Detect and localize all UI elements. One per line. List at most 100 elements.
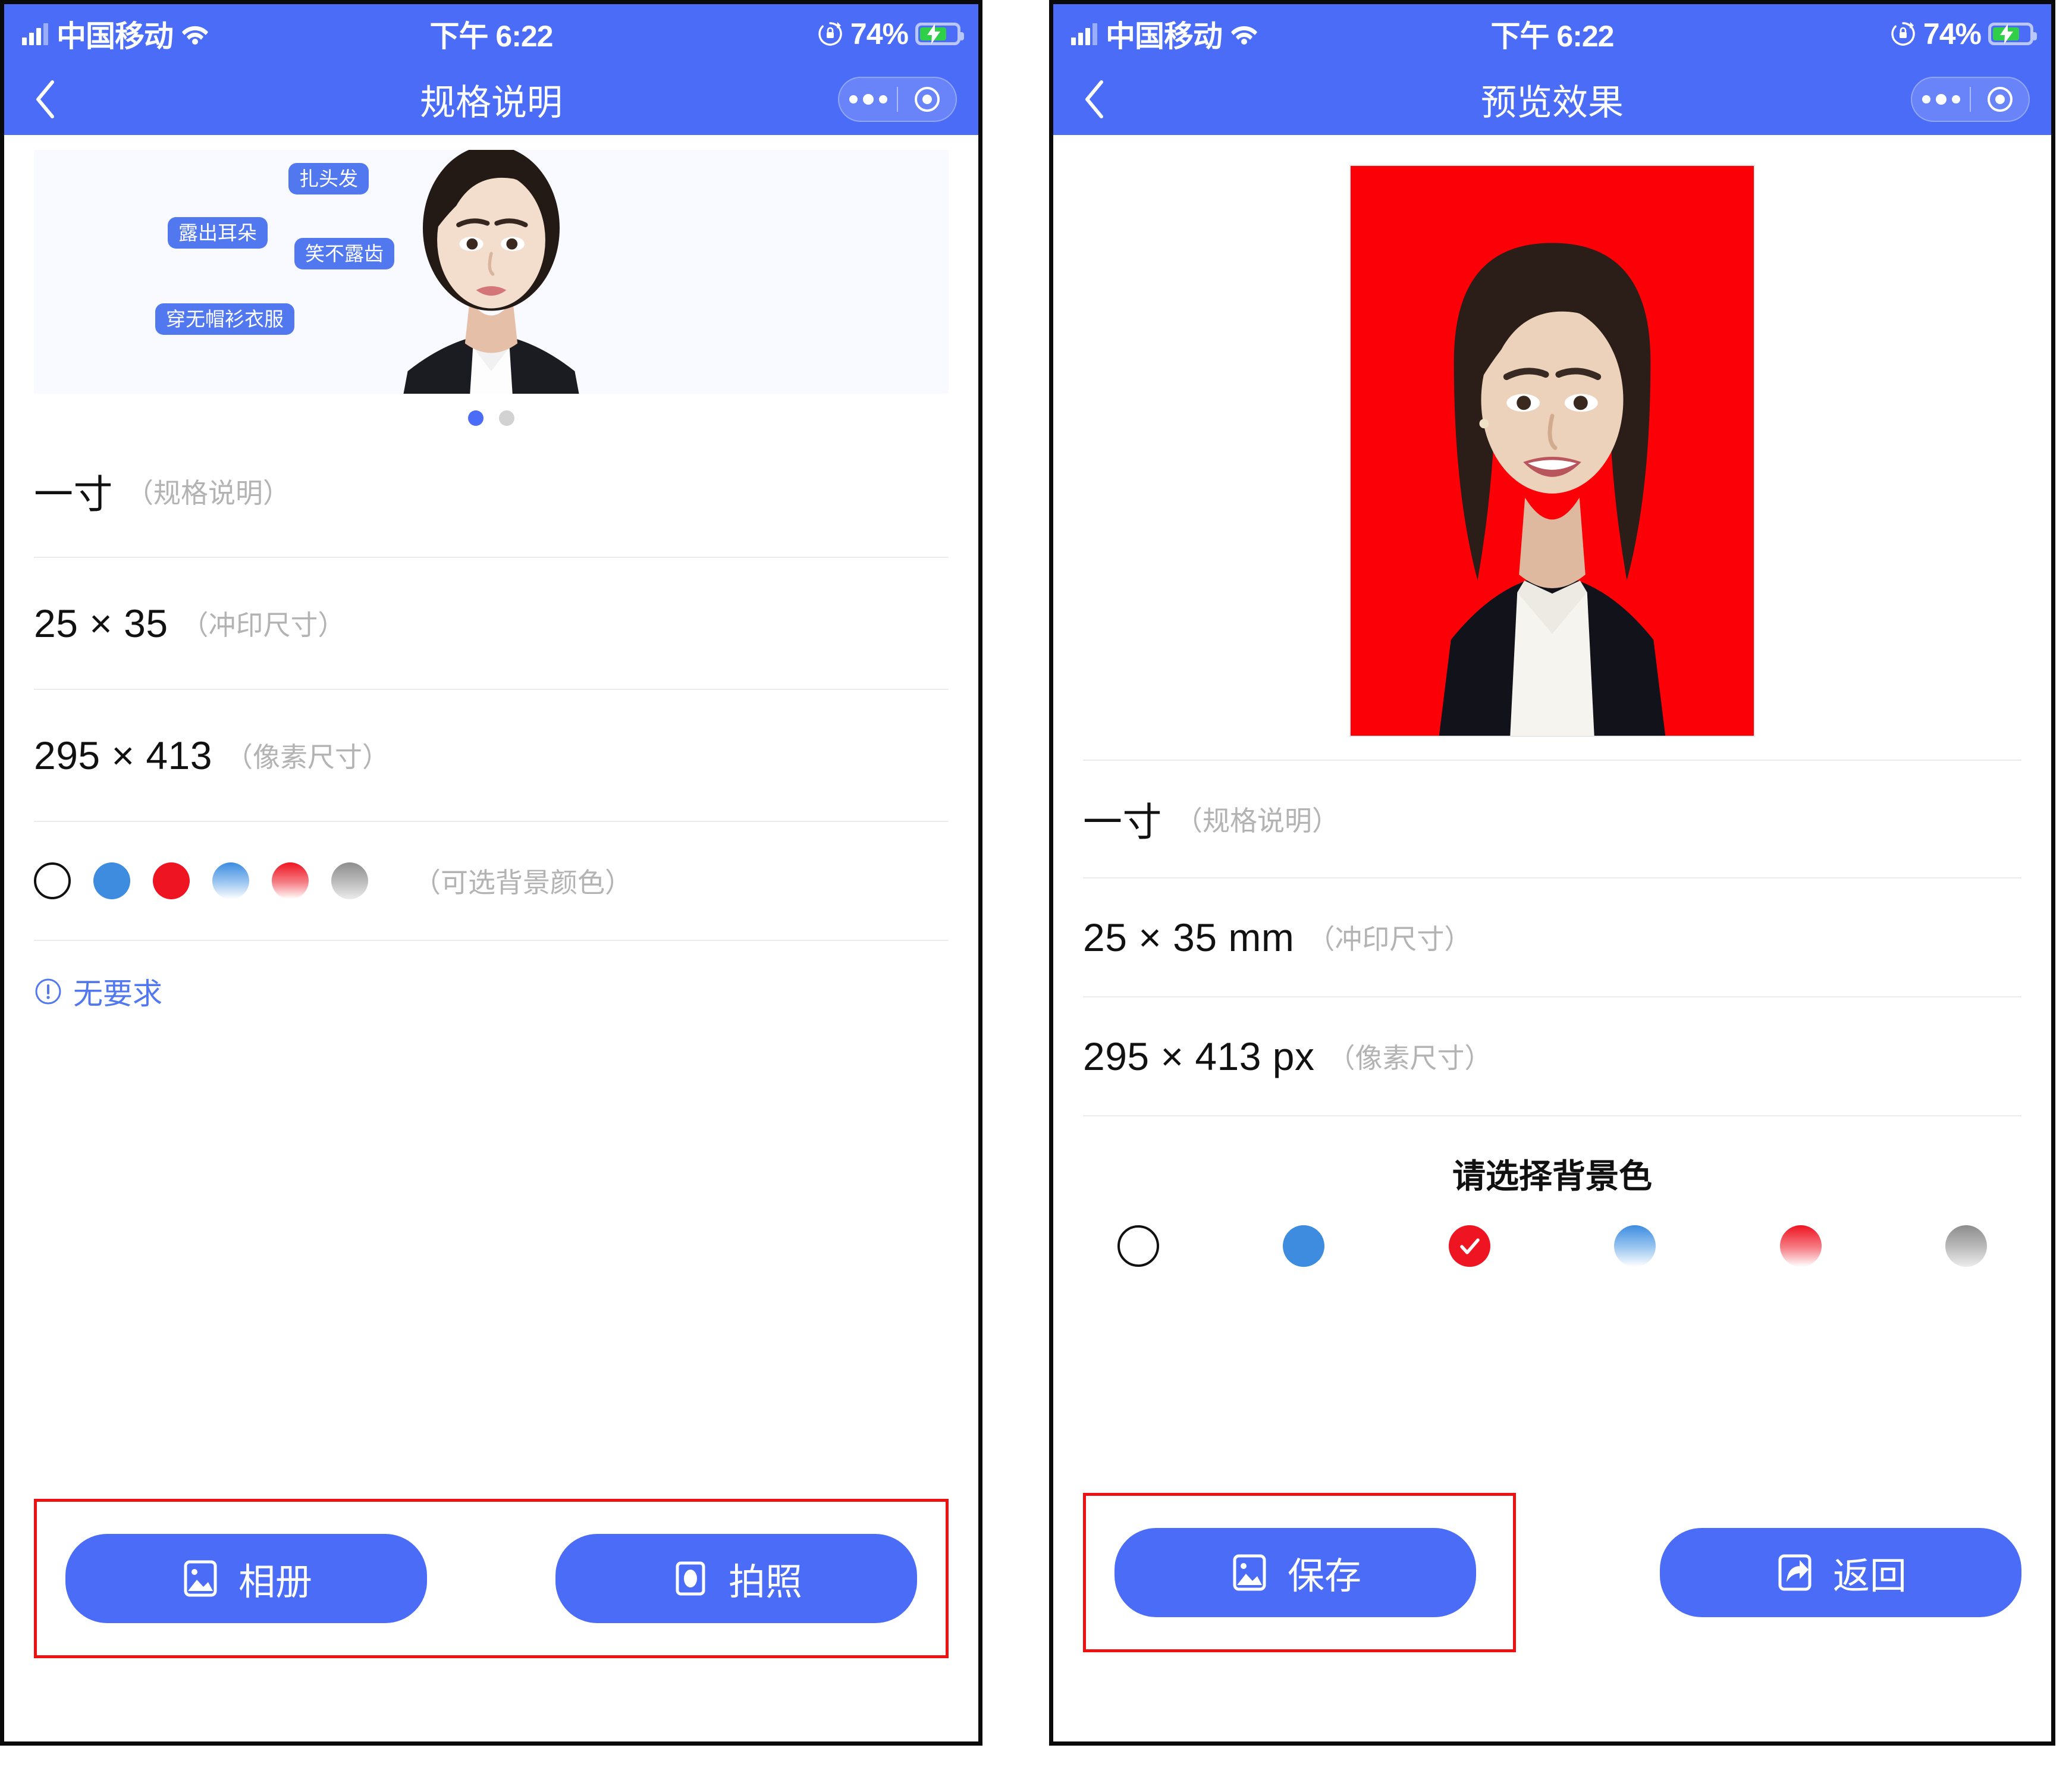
back-button[interactable] <box>26 79 67 120</box>
chevron-left-icon <box>36 80 54 118</box>
callout-tag-hair: 扎头发 <box>288 163 369 194</box>
right-action-area: 保存 返回 <box>1053 1493 2051 1741</box>
left-header: 中国移动 下午 6:22 74% 规格说明 <box>4 4 978 135</box>
battery-percent-label: 74% <box>850 17 909 51</box>
swatch-gray-gradient[interactable] <box>331 862 368 899</box>
spec-label: （冲印尺寸） <box>1307 924 1472 955</box>
banner-pager[interactable] <box>4 410 978 426</box>
back-action-button[interactable]: 返回 <box>1660 1528 2021 1617</box>
signal-bars-icon <box>22 23 48 45</box>
pager-dot-active[interactable] <box>468 410 484 426</box>
left-body: 扎头发 露出耳朵 笑不露齿 穿无帽衫衣服 一寸 （规格说明） 25 × 35 （… <box>4 135 978 1741</box>
right-button-row: 保存 返回 <box>1083 1493 2021 1652</box>
battery-percent-label: 74% <box>1923 17 1982 51</box>
spec-row-print-size: 25 × 35 （冲印尺寸） <box>34 558 949 690</box>
id-photo-preview[interactable] <box>1349 165 1755 737</box>
charging-bolt-icon <box>927 24 941 44</box>
status-bar: 中国移动 下午 6:22 74% <box>4 4 978 64</box>
wifi-icon <box>181 23 209 45</box>
right-header: 中国移动 下午 6:22 74% 预览效果 <box>1053 4 2051 135</box>
spec-label: （冲印尺寸） <box>181 610 346 641</box>
more-menu-button[interactable] <box>839 94 897 105</box>
spec-value: 295 × 413 <box>34 733 212 777</box>
swatch-blue[interactable] <box>1283 1225 1325 1267</box>
swatch-blue[interactable] <box>93 862 130 899</box>
spec-label: （像素尺寸） <box>1327 1043 1492 1074</box>
check-icon <box>1456 1232 1483 1260</box>
wifi-icon <box>1230 23 1258 45</box>
requirement-note-text: 无要求 <box>73 977 162 1011</box>
callout-tag-smile: 笑不露齿 <box>294 238 394 269</box>
back-action-button-label: 返回 <box>1832 1556 1907 1597</box>
wechat-capsule[interactable] <box>1911 77 2030 122</box>
requirement-note[interactable]: 无要求 <box>34 941 949 1042</box>
save-button[interactable]: 保存 <box>1115 1528 1476 1617</box>
highlight-box-save: 保存 <box>1083 1493 1516 1652</box>
swatch-row-label: （可选背景颜色） <box>413 867 632 898</box>
left-action-area: 相册 拍照 <box>4 1499 978 1741</box>
swatch-gray-gradient[interactable] <box>1945 1225 1987 1267</box>
spec-row-pixel-size: 295 × 413 （像素尺寸） <box>34 690 949 822</box>
spec-row-print-size: 25 × 35 mm （冲印尺寸） <box>1083 878 2021 997</box>
camera-button-label: 拍照 <box>728 1562 802 1603</box>
spec-value: 一寸 <box>1083 800 1162 844</box>
preview-photo-wrap <box>1053 135 2051 737</box>
photo-icon <box>184 1560 217 1597</box>
rotation-lock-icon <box>817 21 843 47</box>
signal-bars-icon <box>1071 23 1097 45</box>
phone-screen-preview: 中国移动 下午 6:22 74% 预览效果 一寸 （规格说明） 25 × 35 … <box>1049 0 2055 1746</box>
spec-label: （规格说明） <box>126 478 290 509</box>
close-miniprogram-button[interactable] <box>898 85 956 114</box>
callout-tag-clothes: 穿无帽衫衣服 <box>155 303 294 335</box>
swatch-blue-gradient[interactable] <box>1614 1225 1656 1267</box>
highlight-box-actions: 相册 拍照 <box>34 1499 949 1658</box>
more-dots-icon <box>849 94 887 105</box>
battery-charging-icon <box>1988 23 2037 45</box>
more-dots-icon <box>1922 94 1960 105</box>
swatch-white[interactable] <box>34 862 71 899</box>
page-title: 预览效果 <box>1481 82 1624 123</box>
sample-photo-banner[interactable]: 扎头发 露出耳朵 笑不露齿 穿无帽衫衣服 <box>34 150 949 394</box>
spec-label: （规格说明） <box>1175 805 1339 836</box>
camera-button[interactable]: 拍照 <box>555 1534 917 1623</box>
spec-row-name: 一寸 （规格说明） <box>1083 760 2021 878</box>
back-button[interactable] <box>1075 79 1116 120</box>
status-bar: 中国移动 下午 6:22 74% <box>1053 4 2051 64</box>
phone-screen-spec: 中国移动 下午 6:22 74% 规格说明 扎头发 露出耳朵 笑不露齿 穿无帽衫… <box>0 0 982 1746</box>
battery-charging-icon <box>915 23 964 45</box>
background-color-options: （可选背景颜色） <box>34 822 949 941</box>
screenshot-stage: 中国移动 下午 6:22 74% 规格说明 扎头发 露出耳朵 笑不露齿 穿无帽衫… <box>0 0 2072 1773</box>
swatch-white[interactable] <box>1117 1225 1159 1267</box>
carrier-label: 中国移动 <box>56 20 174 53</box>
share-arrow-icon <box>1778 1554 1812 1591</box>
spec-row-name: 一寸 （规格说明） <box>34 426 949 558</box>
charging-bolt-icon <box>2000 24 2014 44</box>
album-button[interactable]: 相册 <box>65 1534 427 1623</box>
swatch-red-selected[interactable] <box>1448 1225 1490 1267</box>
rotation-lock-icon <box>1890 21 1916 47</box>
spec-value: 295 × 413 px <box>1083 1034 1315 1078</box>
background-color-selector <box>1117 1225 1987 1267</box>
right-navbar: 预览效果 <box>1053 64 2051 135</box>
select-background-title: 请选择背景色 <box>1452 1157 1652 1195</box>
spec-row-pixel-size: 295 × 413 px （像素尺寸） <box>1083 997 2021 1116</box>
album-button-label: 相册 <box>238 1562 312 1603</box>
wechat-capsule[interactable] <box>838 77 957 122</box>
spec-value: 一寸 <box>34 472 113 516</box>
mini-program-target-icon <box>914 87 940 112</box>
pager-dot-inactive[interactable] <box>499 410 514 426</box>
swatch-blue-gradient[interactable] <box>212 862 249 899</box>
swatch-red-gradient[interactable] <box>1779 1225 1822 1267</box>
swatch-red-gradient[interactable] <box>272 862 309 899</box>
photo-icon <box>1233 1554 1266 1591</box>
mini-program-target-icon <box>1987 87 2013 112</box>
swatch-red[interactable] <box>153 862 190 899</box>
right-body: 一寸 （规格说明） 25 × 35 mm （冲印尺寸） 295 × 413 px… <box>1053 135 2051 1741</box>
callout-tag-ears: 露出耳朵 <box>168 217 268 249</box>
save-button-label: 保存 <box>1287 1556 1361 1597</box>
status-time: 下午 6:22 <box>429 20 554 53</box>
page-title: 规格说明 <box>420 82 563 123</box>
more-menu-button[interactable] <box>1912 94 1970 105</box>
chevron-left-icon <box>1085 80 1103 118</box>
close-miniprogram-button[interactable] <box>1971 85 2029 114</box>
